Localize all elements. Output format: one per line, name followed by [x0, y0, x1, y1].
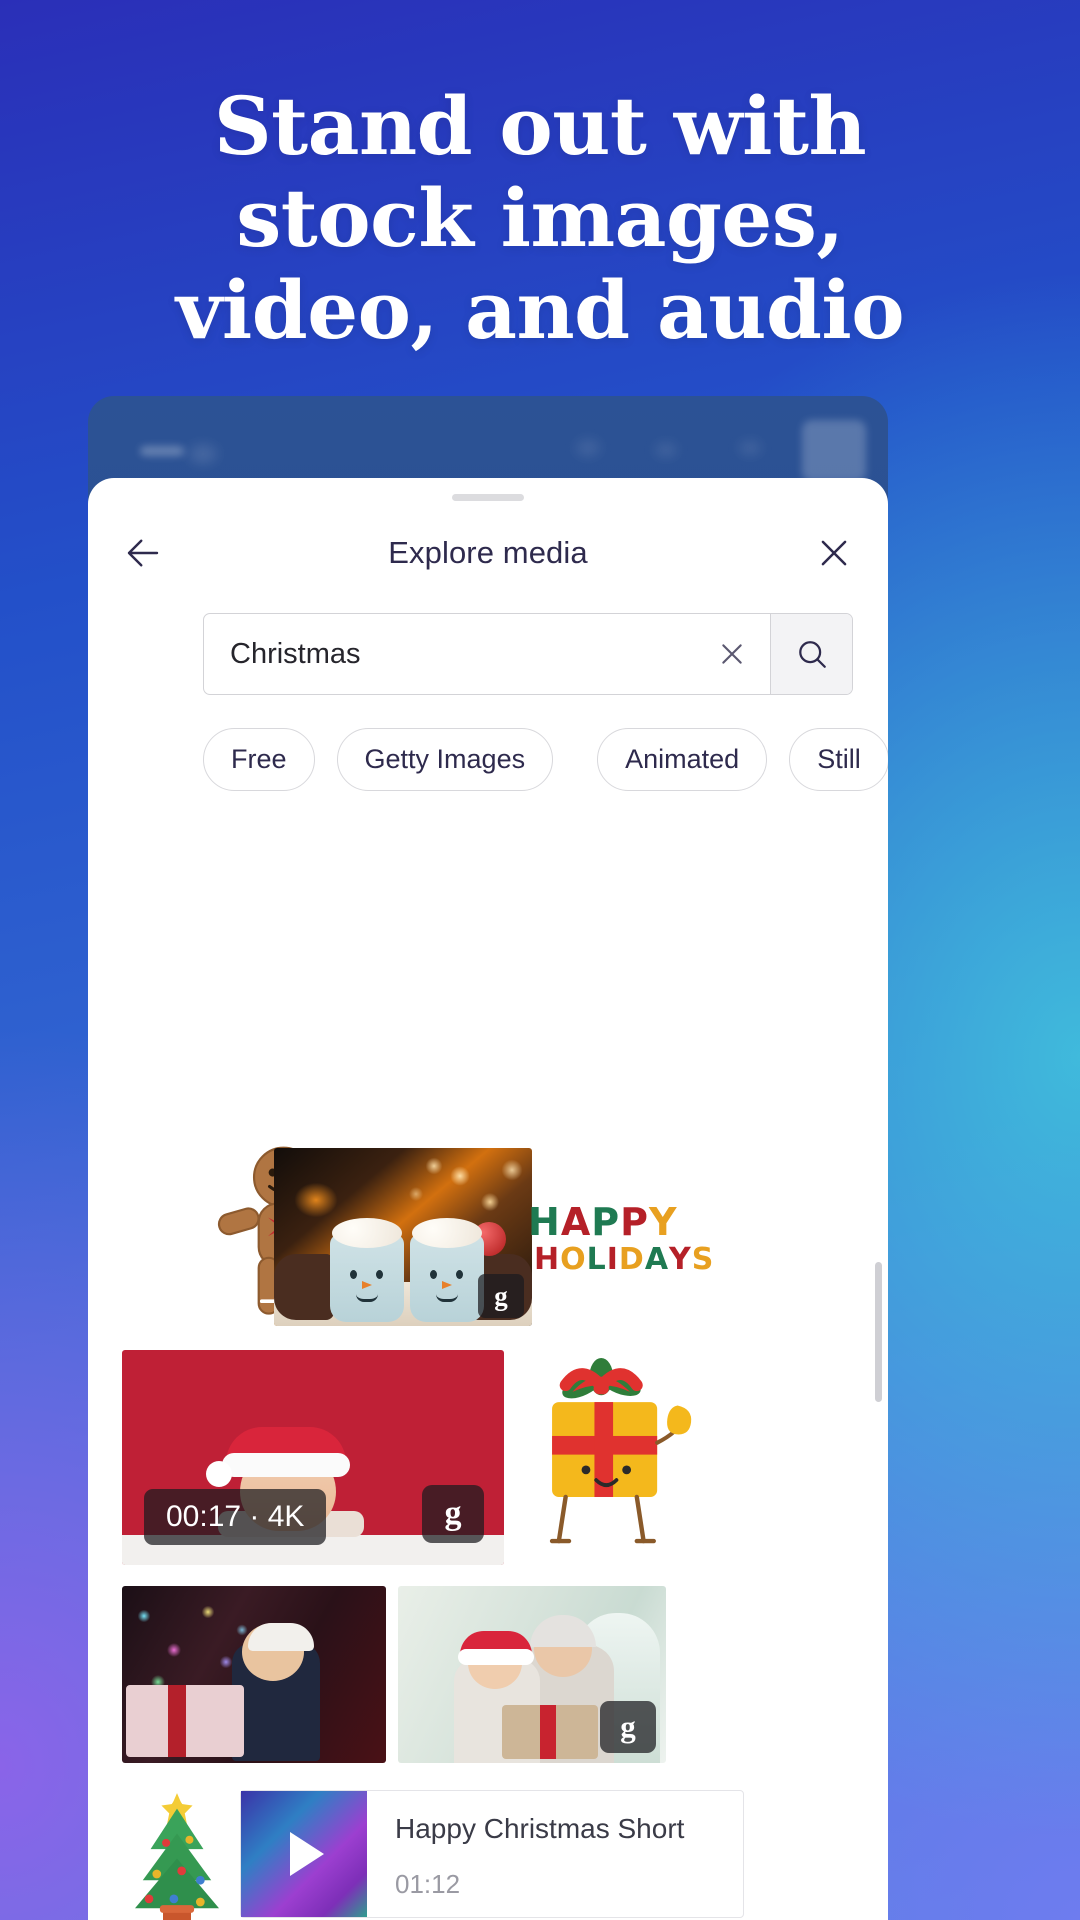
photo-gift-ribbon — [168, 1685, 186, 1757]
marshmallow-foam — [332, 1218, 402, 1248]
close-icon — [722, 644, 742, 664]
happy-holidays-line-1: HAPPY — [528, 1203, 713, 1241]
audio-metadata: Happy Christmas Short 01:12 — [367, 1791, 743, 1917]
mug-mouth — [356, 1294, 378, 1302]
happy-holidays-letter: H — [528, 1200, 560, 1244]
close-icon — [821, 540, 847, 566]
photo-hand-left — [274, 1254, 334, 1320]
mug-nose — [362, 1281, 372, 1289]
audio-thumbnail[interactable] — [241, 1791, 367, 1917]
sheet-header: Explore media — [88, 510, 888, 596]
happy-holidays-letter: A — [644, 1242, 669, 1277]
happy-holidays-letter: I — [606, 1242, 618, 1277]
headline-line-1: Stand out with — [213, 79, 867, 173]
back-button[interactable] — [115, 525, 171, 581]
headline-line-3: video, and audio — [175, 263, 905, 357]
mug-nose — [442, 1281, 452, 1289]
snowman-mug-right — [410, 1218, 484, 1322]
clear-search-button[interactable] — [694, 614, 770, 694]
happy-holidays-letter: L — [586, 1242, 606, 1277]
marshmallow-foam — [412, 1218, 482, 1248]
search-submit-button[interactable] — [770, 614, 852, 694]
snowman-mug-left — [330, 1218, 404, 1322]
search-input[interactable]: Christmas — [204, 614, 694, 694]
audio-duration: 01:12 — [395, 1869, 461, 1899]
search-input-value: Christmas — [230, 637, 361, 670]
media-results-grid[interactable]: g HAPPY HOLIDAYS 00:17 · 4K g g Happy Ch… — [88, 818, 888, 1920]
media-item-grandmother-and-child[interactable]: g — [398, 1586, 666, 1763]
mug-eye — [350, 1270, 357, 1279]
happy-holidays-letter: H — [534, 1242, 560, 1277]
happy-holidays-letter: Y — [669, 1242, 691, 1277]
mug-eye — [376, 1270, 383, 1279]
christmas-tree-sticker-icon — [135, 1793, 219, 1920]
search-bar: Christmas — [203, 613, 853, 695]
media-item-christmas-tree-sticker[interactable] — [122, 1790, 232, 1920]
photo-child-hat — [248, 1623, 314, 1651]
blurred-toolbar-button — [802, 420, 866, 482]
happy-holidays-line-2: HOLIDAYS — [534, 1245, 713, 1275]
santa-hat-brim — [222, 1453, 350, 1477]
filter-chip-animated[interactable]: Animated — [597, 727, 768, 791]
happy-holidays-letter: Y — [648, 1200, 677, 1244]
media-item-hot-chocolate-photo[interactable]: g — [274, 1148, 532, 1326]
headline-line-2: stock images, — [236, 171, 844, 265]
media-item-child-opening-present[interactable] — [122, 1586, 386, 1763]
happy-holidays-letter: P — [591, 1200, 620, 1244]
photo-gift-ribbon — [540, 1705, 556, 1759]
filter-chip-free[interactable]: Free — [203, 727, 315, 791]
happy-holidays-letter: D — [618, 1242, 644, 1277]
close-button[interactable] — [806, 525, 862, 581]
media-item-santa-child-video[interactable]: 00:17 · 4K g — [122, 1350, 504, 1565]
mug-eye — [430, 1270, 437, 1279]
results-scrollbar[interactable] — [875, 1262, 882, 1402]
mug-mouth — [436, 1294, 458, 1302]
audio-title: Happy Christmas Short — [395, 1813, 685, 1844]
explore-media-sheet: Explore media Christmas Free Getty Image… — [88, 478, 888, 1920]
gift-box-character-sticker-icon — [549, 1358, 692, 1544]
media-item-gift-character-sticker[interactable] — [513, 1358, 703, 1558]
filter-chip-getty-images[interactable]: Getty Images — [336, 727, 554, 791]
blurred-toolbar-item — [140, 446, 184, 456]
getty-watermark: g — [600, 1701, 656, 1753]
search-icon — [798, 641, 826, 668]
happy-holidays-letter: S — [691, 1242, 714, 1277]
filter-chip-row: Free Getty Images Animated Still — [203, 726, 888, 792]
mug-eye — [456, 1270, 463, 1279]
arrow-left-icon — [127, 539, 159, 567]
media-item-audio-track[interactable]: Happy Christmas Short 01:12 — [240, 1790, 744, 1918]
santa-hat-brim — [458, 1649, 534, 1665]
sheet-title: Explore media — [388, 535, 588, 570]
santa-hat-pompom — [206, 1461, 232, 1487]
getty-watermark: g — [422, 1485, 484, 1543]
happy-holidays-letter: A — [560, 1200, 591, 1244]
happy-holidays-letter: P — [620, 1200, 648, 1244]
video-duration-badge: 00:17 · 4K — [144, 1489, 327, 1545]
drag-handle[interactable] — [452, 494, 524, 501]
filter-chip-still[interactable]: Still — [789, 727, 888, 791]
media-item-happy-holidays-sticker[interactable]: HAPPY HOLIDAYS — [528, 1203, 713, 1275]
happy-holidays-letter: O — [560, 1242, 586, 1277]
photo-grandmother-hair — [530, 1615, 596, 1647]
page-title: Stand out with stock images, video, and … — [0, 86, 1080, 350]
getty-watermark: g — [478, 1274, 524, 1318]
play-icon — [290, 1832, 324, 1876]
